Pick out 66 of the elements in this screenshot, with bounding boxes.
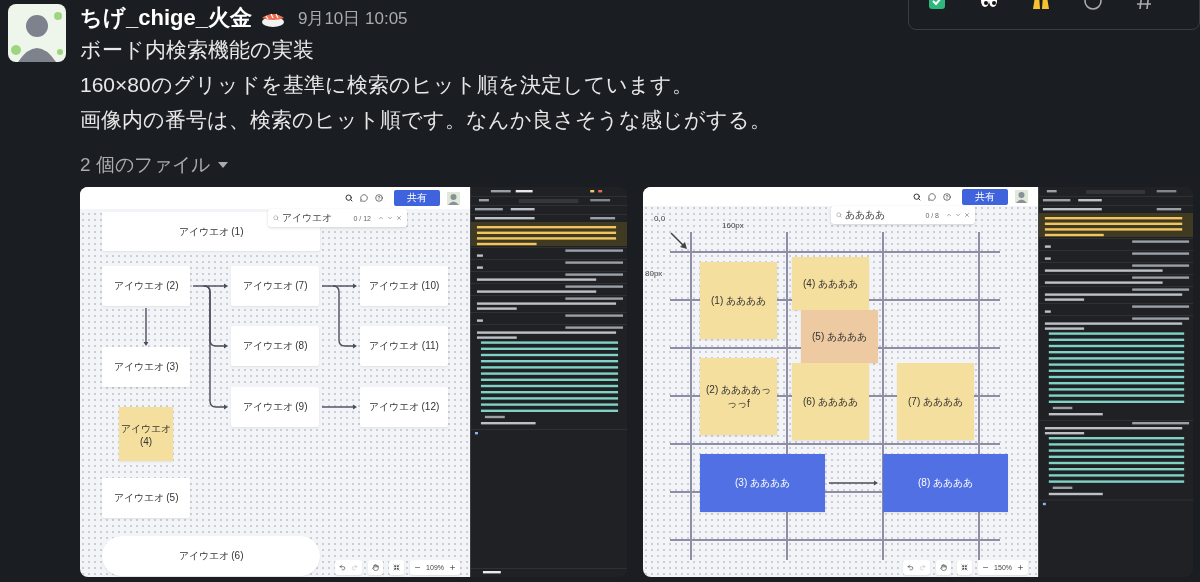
connector-arrow (143, 307, 149, 346)
caret-icon (217, 162, 228, 168)
search-icon (836, 212, 842, 218)
message-text: ボード内検索機能の実装 (80, 37, 315, 63)
connector-arrow (321, 404, 357, 410)
user-avatar[interactable] (8, 4, 66, 62)
user-avatar[interactable] (1015, 190, 1028, 203)
search-icon[interactable] (345, 194, 353, 202)
fit-screen-button[interactable] (957, 560, 973, 575)
sticky-note[interactable]: アイウエオ (4) (119, 407, 173, 461)
rectangle-shape[interactable]: アイウエオ (3) (102, 347, 190, 387)
rectangle-shape[interactable]: アイウエオ (5) (102, 478, 190, 518)
zoom-out-icon[interactable] (414, 564, 422, 571)
shrink-icon (393, 564, 401, 571)
sticky-note[interactable]: (7) ああああ (897, 363, 974, 440)
author-name[interactable]: ちげ_chige_火金 (80, 3, 252, 33)
comment-icon[interactable] (928, 192, 936, 201)
grid-annotation: 80px (645, 269, 663, 278)
pill-shape[interactable]: アイウエオ (6) (102, 536, 320, 576)
filled-rectangle[interactable]: (3) ああああ (700, 454, 825, 512)
undo-icon[interactable] (907, 564, 915, 571)
undo-icon[interactable] (339, 564, 347, 571)
grid-annotation: 0,0 (654, 214, 666, 223)
hand-icon (940, 564, 948, 571)
search-icon (273, 215, 279, 221)
grid-annotation: 160px (722, 221, 744, 230)
shrink-icon (961, 564, 969, 571)
sticky-note[interactable]: (5) ああああ (801, 310, 878, 363)
rectangle-shape[interactable]: アイウエオ (12) (360, 387, 448, 427)
rectangle-shape[interactable]: アイウエオ (7) (231, 266, 319, 306)
diagonal-arrow (670, 232, 687, 249)
message-text: 160×80のグリッドを基準に検索のヒット順を決定しています。 (80, 72, 694, 98)
zoom-out-icon[interactable] (982, 564, 990, 571)
sticky-note[interactable]: (4) ああああ (792, 257, 869, 310)
zoom-in-icon[interactable] (1017, 564, 1024, 571)
rectangle-shape[interactable]: アイウエオ (8) (231, 326, 319, 366)
user-avatar[interactable] (447, 191, 460, 205)
rectangle-shape[interactable]: アイウエオ (11) (360, 326, 448, 366)
next-icon[interactable] (955, 212, 961, 218)
close-icon[interactable] (396, 215, 402, 221)
message-text: 画像内の番号は、検索のヒット順です。なんか良さそうな感じがする。 (80, 107, 772, 133)
zoom-in-icon[interactable] (449, 564, 456, 571)
next-icon[interactable] (387, 215, 393, 221)
previous-icon[interactable] (946, 212, 952, 218)
fit-screen-button[interactable] (389, 560, 405, 575)
sticky-note[interactable]: (6) ああああ (792, 363, 869, 440)
rectangle-shape[interactable]: アイウエオ (9) (231, 387, 319, 427)
previous-icon[interactable] (378, 215, 384, 221)
share-button[interactable]: 共有 (394, 190, 440, 206)
hand-tool-button[interactable] (368, 560, 384, 575)
rectangle-shape[interactable]: アイウエオ (10) (360, 266, 448, 306)
hand-tool-button[interactable] (936, 560, 952, 575)
sticky-note[interactable]: (1) ああああ (700, 262, 777, 339)
help-icon[interactable] (943, 192, 951, 201)
rectangle-shape[interactable]: アイウエオ (2) (102, 266, 190, 306)
files-toggle[interactable]: 2 個のファイル (80, 151, 228, 179)
timestamp[interactable]: 9月10日 10:05 (297, 6, 408, 30)
comment-icon[interactable] (360, 194, 368, 202)
filled-rectangle[interactable]: (8) ああああ (883, 454, 1008, 512)
hand-icon (372, 564, 380, 571)
connector-arrow (828, 480, 878, 486)
sticky-note[interactable]: (2) ああああっっっf (700, 358, 777, 435)
help-icon[interactable] (375, 194, 383, 202)
share-button[interactable]: 共有 (962, 188, 1008, 205)
search-icon[interactable] (913, 192, 921, 201)
close-icon[interactable] (964, 212, 970, 218)
